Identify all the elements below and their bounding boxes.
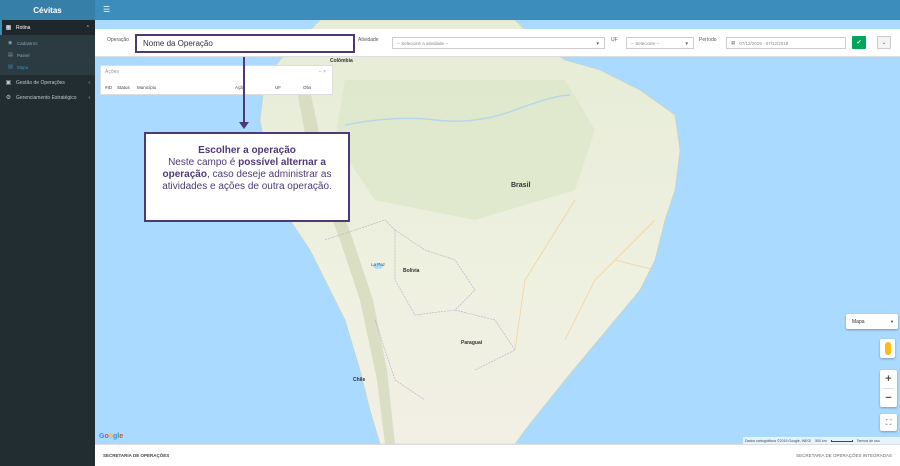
- chevron-down-icon: ⌄: [881, 40, 887, 46]
- sidebar-item-gestao-operacoes[interactable]: ▣ Gestão de Operações ‹: [0, 75, 95, 90]
- sidebar-item-label: Gestão de Operações: [16, 79, 65, 86]
- sidebar-submenu-rotina: ◉ Cadastros ▤ Painel ▨ Mapa: [0, 35, 95, 75]
- sidebar-item-gerenciamento[interactable]: ⚙ Gerenciamento Estratégico ‹: [0, 90, 95, 105]
- sidebar-subitem-label: Cadastros: [17, 40, 38, 46]
- map-label-brasil: Brasil: [511, 182, 531, 189]
- periodo-label: Período: [699, 37, 717, 43]
- callout-title: Escolher a operação: [198, 145, 296, 156]
- map-label-chile: Chile: [353, 377, 366, 383]
- map-label-colombia: Colômbia: [330, 58, 353, 64]
- scale-bar: [830, 439, 853, 442]
- attribution-text: Dados cartográficos ©2019 Google, INEGI: [745, 438, 812, 443]
- briefcase-icon: ▣: [5, 80, 12, 86]
- street-view-pegman-icon[interactable]: [880, 339, 895, 358]
- scale-label: 500 km: [815, 438, 827, 443]
- acoes-title: Ações: [105, 69, 119, 75]
- callout-connector-line: [243, 57, 245, 124]
- sidebar-item-rotina[interactable]: ▦ Rotina ⌃: [0, 20, 95, 35]
- atividade-label: Atividade: [358, 37, 379, 43]
- chevron-left-icon: ‹: [88, 94, 90, 101]
- check-icon: ✔: [856, 40, 862, 46]
- map-icon: ▨: [8, 64, 13, 70]
- footer: SECRETARIA DE OPERAÇÕES SECRETARIA DE OP…: [95, 444, 900, 466]
- sidebar-subitem-label: Mapa: [17, 64, 29, 70]
- column-status[interactable]: Status: [117, 85, 130, 90]
- sidebar-subitem-painel[interactable]: ▤ Painel: [0, 49, 95, 61]
- terms-link[interactable]: Termos de uso: [857, 439, 880, 443]
- uf-label: UF: [611, 37, 618, 43]
- filter-bar: Operação Nome da Operação Atividade -- S…: [95, 29, 900, 57]
- sidebar-subitem-mapa[interactable]: ▨ Mapa: [0, 61, 95, 73]
- table-icon: ▤: [8, 52, 13, 58]
- more-options-button[interactable]: ⌄: [877, 36, 891, 49]
- brand-logo[interactable]: Cévitas: [0, 0, 95, 20]
- atividade-select[interactable]: -- Selecione a atividade -- ▼: [392, 37, 605, 49]
- operacao-select[interactable]: Nome da Operação: [135, 34, 355, 53]
- caret-down-icon: ▼: [595, 40, 600, 46]
- acoes-panel: Ações − × #ID Status Município Ação UF O…: [100, 65, 333, 95]
- caret-down-icon: ▼: [890, 319, 894, 324]
- callout-arrow-icon: [239, 122, 249, 129]
- chevron-left-icon: ‹: [88, 79, 90, 86]
- sidebar-subitem-label: Painel: [17, 52, 30, 58]
- menu-toggle-icon[interactable]: ☰: [103, 5, 110, 14]
- cog-icon: ⚙: [5, 95, 12, 101]
- caret-down-icon: ▼: [684, 40, 689, 46]
- map-type-value: Mapa: [852, 318, 865, 325]
- minimize-icon[interactable]: −: [319, 69, 322, 75]
- footer-right-text: SECRETARIA DE OPERAÇÕES INTEGRADAS: [796, 453, 892, 458]
- apply-filter-button[interactable]: ✔: [852, 36, 866, 49]
- map-label-la-paz: La Paz: [371, 262, 386, 267]
- map-label-paraguai: Paraguai: [461, 340, 483, 346]
- circle-icon: ◉: [8, 40, 13, 46]
- footer-left-text: SECRETARIA DE OPERAÇÕES: [103, 453, 170, 458]
- periodo-value: 07/12/2019 - 07/12/2019: [739, 40, 789, 46]
- column-id: #ID: [105, 85, 113, 90]
- uf-placeholder: -- Selecione --: [631, 40, 660, 46]
- sidebar-item-label: Rotina: [16, 24, 31, 31]
- dashboard-icon: ▦: [5, 25, 12, 31]
- sidebar: Cévitas ▦ Rotina ⌃ ◉ Cadastros ▤ Painel …: [0, 0, 95, 466]
- zoom-control: + −: [880, 370, 897, 407]
- top-header: ☰: [95, 0, 900, 20]
- fullscreen-button[interactable]: ⛶: [880, 414, 897, 431]
- google-logo: Google: [99, 433, 124, 440]
- panel-tools: − ×: [319, 69, 326, 75]
- operacao-label: Operação: [107, 37, 129, 43]
- map-type-selector[interactable]: Mapa ▼: [846, 314, 898, 329]
- uf-select[interactable]: -- Selecione -- ▼: [626, 37, 694, 49]
- zoom-in-button[interactable]: +: [880, 370, 897, 388]
- sidebar-subitem-cadastros[interactable]: ◉ Cadastros: [0, 37, 95, 49]
- fullscreen-icon: ⛶: [885, 417, 892, 427]
- column-obs[interactable]: Obs: [303, 85, 311, 90]
- callout-text-pre: Neste campo é: [168, 157, 239, 168]
- map-attribution: Dados cartográficos ©2019 Google, INEGI …: [743, 437, 900, 444]
- map-label-bolivia: Bolívia: [403, 268, 420, 274]
- zoom-out-button[interactable]: −: [880, 389, 897, 407]
- column-municipio[interactable]: Município: [137, 85, 156, 90]
- chevron-up-icon: ⌃: [85, 24, 90, 31]
- calendar-icon: ▦: [731, 40, 736, 45]
- periodo-input[interactable]: ▦ 07/12/2019 - 07/12/2019: [726, 37, 846, 49]
- close-icon[interactable]: ×: [323, 69, 326, 75]
- lagoa-dos-patos: [569, 382, 577, 398]
- atividade-placeholder: -- Selecione a atividade --: [397, 40, 449, 46]
- column-uf[interactable]: UF: [275, 85, 281, 90]
- instruction-callout: Escolher a operação Neste campo é possív…: [144, 132, 350, 222]
- sidebar-item-label: Gerenciamento Estratégico: [16, 94, 77, 101]
